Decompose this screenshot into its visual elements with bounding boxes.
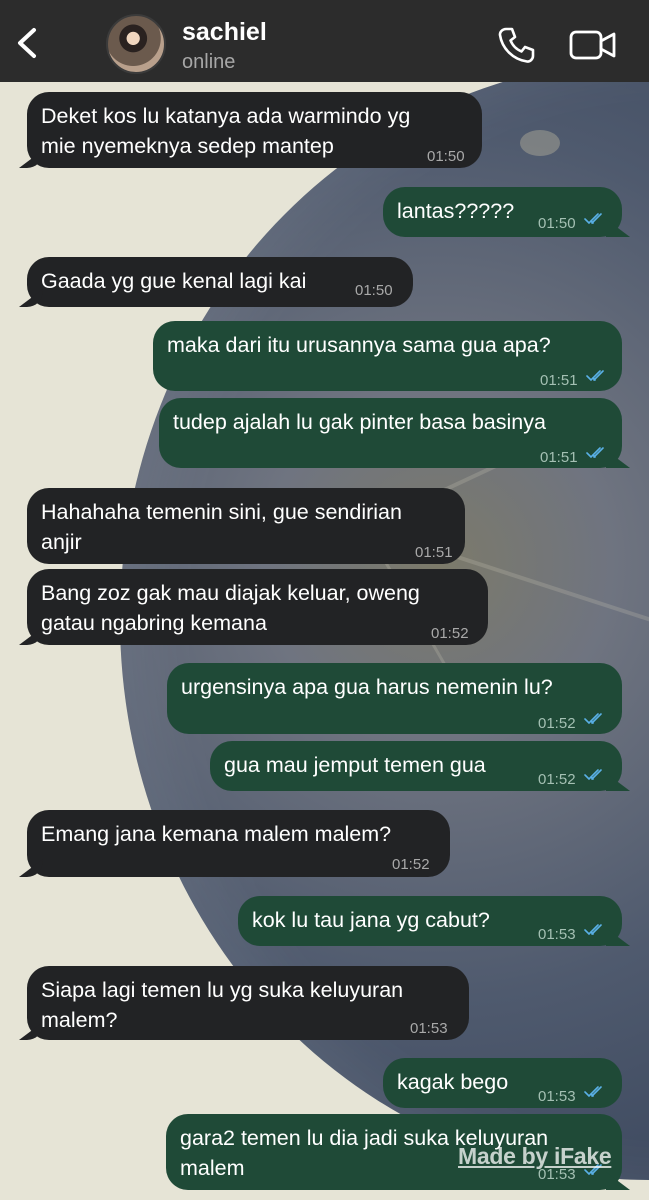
message-text: tudep ajalah lu gak pinter basa basinya [173,410,546,434]
message-timestamp: 01:50 [355,282,393,299]
incoming-message[interactable]: Bang zoz gak mau diajak keluar, oweng ga… [27,569,488,645]
message-timestamp: 01:53 [538,1088,576,1105]
contact-status: online [182,51,236,73]
message-text: Emang jana kemana malem malem? [41,822,392,846]
avatar[interactable] [106,14,166,74]
message-text: kok lu tau jana yg cabut? [252,908,490,932]
message-timestamp: 01:50 [538,215,576,232]
outgoing-message[interactable]: tudep ajalah lu gak pinter basa basinya 0… [159,398,622,468]
message-text: Gaada yg gue kenal lagi kai [41,269,307,293]
incoming-message[interactable]: Hahahaha temenin sini, gue sendirian anj… [27,488,465,564]
message-text: urgensinya apa gua harus nemenin lu? [181,675,553,699]
video-camera-icon[interactable] [569,29,617,61]
message-timestamp: 01:52 [392,856,430,873]
double-check-icon [586,370,604,382]
message-text: Siapa lagi temen lu yg suka keluyuran ma… [41,978,404,1032]
watermark: Made by iFake [458,1143,612,1169]
message-timestamp: 01:51 [540,372,578,389]
chevron-left-icon[interactable] [12,26,42,60]
message-timestamp: 01:52 [431,625,469,642]
chat-header: sachiel online [0,0,649,82]
message-timestamp: 01:53 [538,926,576,943]
outgoing-message[interactable]: urgensinya apa gua harus nemenin lu? 01:5… [167,663,622,734]
outgoing-message[interactable]: maka dari itu urusannya sama gua apa? 01:… [153,321,622,391]
incoming-message[interactable]: Siapa lagi temen lu yg suka keluyuran ma… [27,966,469,1040]
incoming-message[interactable]: Emang jana kemana malem malem? 01:52 [27,810,450,877]
message-text: maka dari itu urusannya sama gua apa? [167,333,551,357]
double-check-icon [584,213,602,225]
double-check-icon [584,713,602,725]
incoming-message[interactable]: Deket kos lu katanya ada warmindo yg mie… [27,92,482,168]
message-text: gua mau jemput temen gua [224,753,486,777]
outgoing-message[interactable]: lantas????? 01:50 [383,187,622,237]
double-check-icon [584,769,602,781]
message-timestamp: 01:53 [410,1020,448,1037]
message-timestamp: 01:52 [538,771,576,788]
message-text: lantas????? [397,199,515,223]
outgoing-message[interactable]: gua mau jemput temen gua 01:52 [210,741,622,791]
message-text: Bang zoz gak mau diajak keluar, oweng ga… [41,581,420,635]
outgoing-message[interactable]: kagak bego 01:53 [383,1058,622,1108]
message-timestamp: 01:51 [415,544,453,561]
contact-name[interactable]: sachiel [182,18,267,47]
message-timestamp: 01:52 [538,715,576,732]
message-text: Deket kos lu katanya ada warmindo yg mie… [41,104,411,158]
incoming-message[interactable]: Gaada yg gue kenal lagi kai 01:50 [27,257,413,307]
outgoing-message[interactable]: kok lu tau jana yg cabut? 01:53 [238,896,622,946]
message-text: Hahahaha temenin sini, gue sendirian anj… [41,500,402,554]
double-check-icon [586,447,604,459]
phone-icon[interactable] [497,26,535,64]
message-text: kagak bego [397,1070,509,1094]
message-timestamp: 01:50 [427,148,465,165]
double-check-icon [584,924,602,936]
double-check-icon [584,1086,602,1098]
wallpaper-crater [520,130,560,156]
message-timestamp: 01:51 [540,449,578,466]
